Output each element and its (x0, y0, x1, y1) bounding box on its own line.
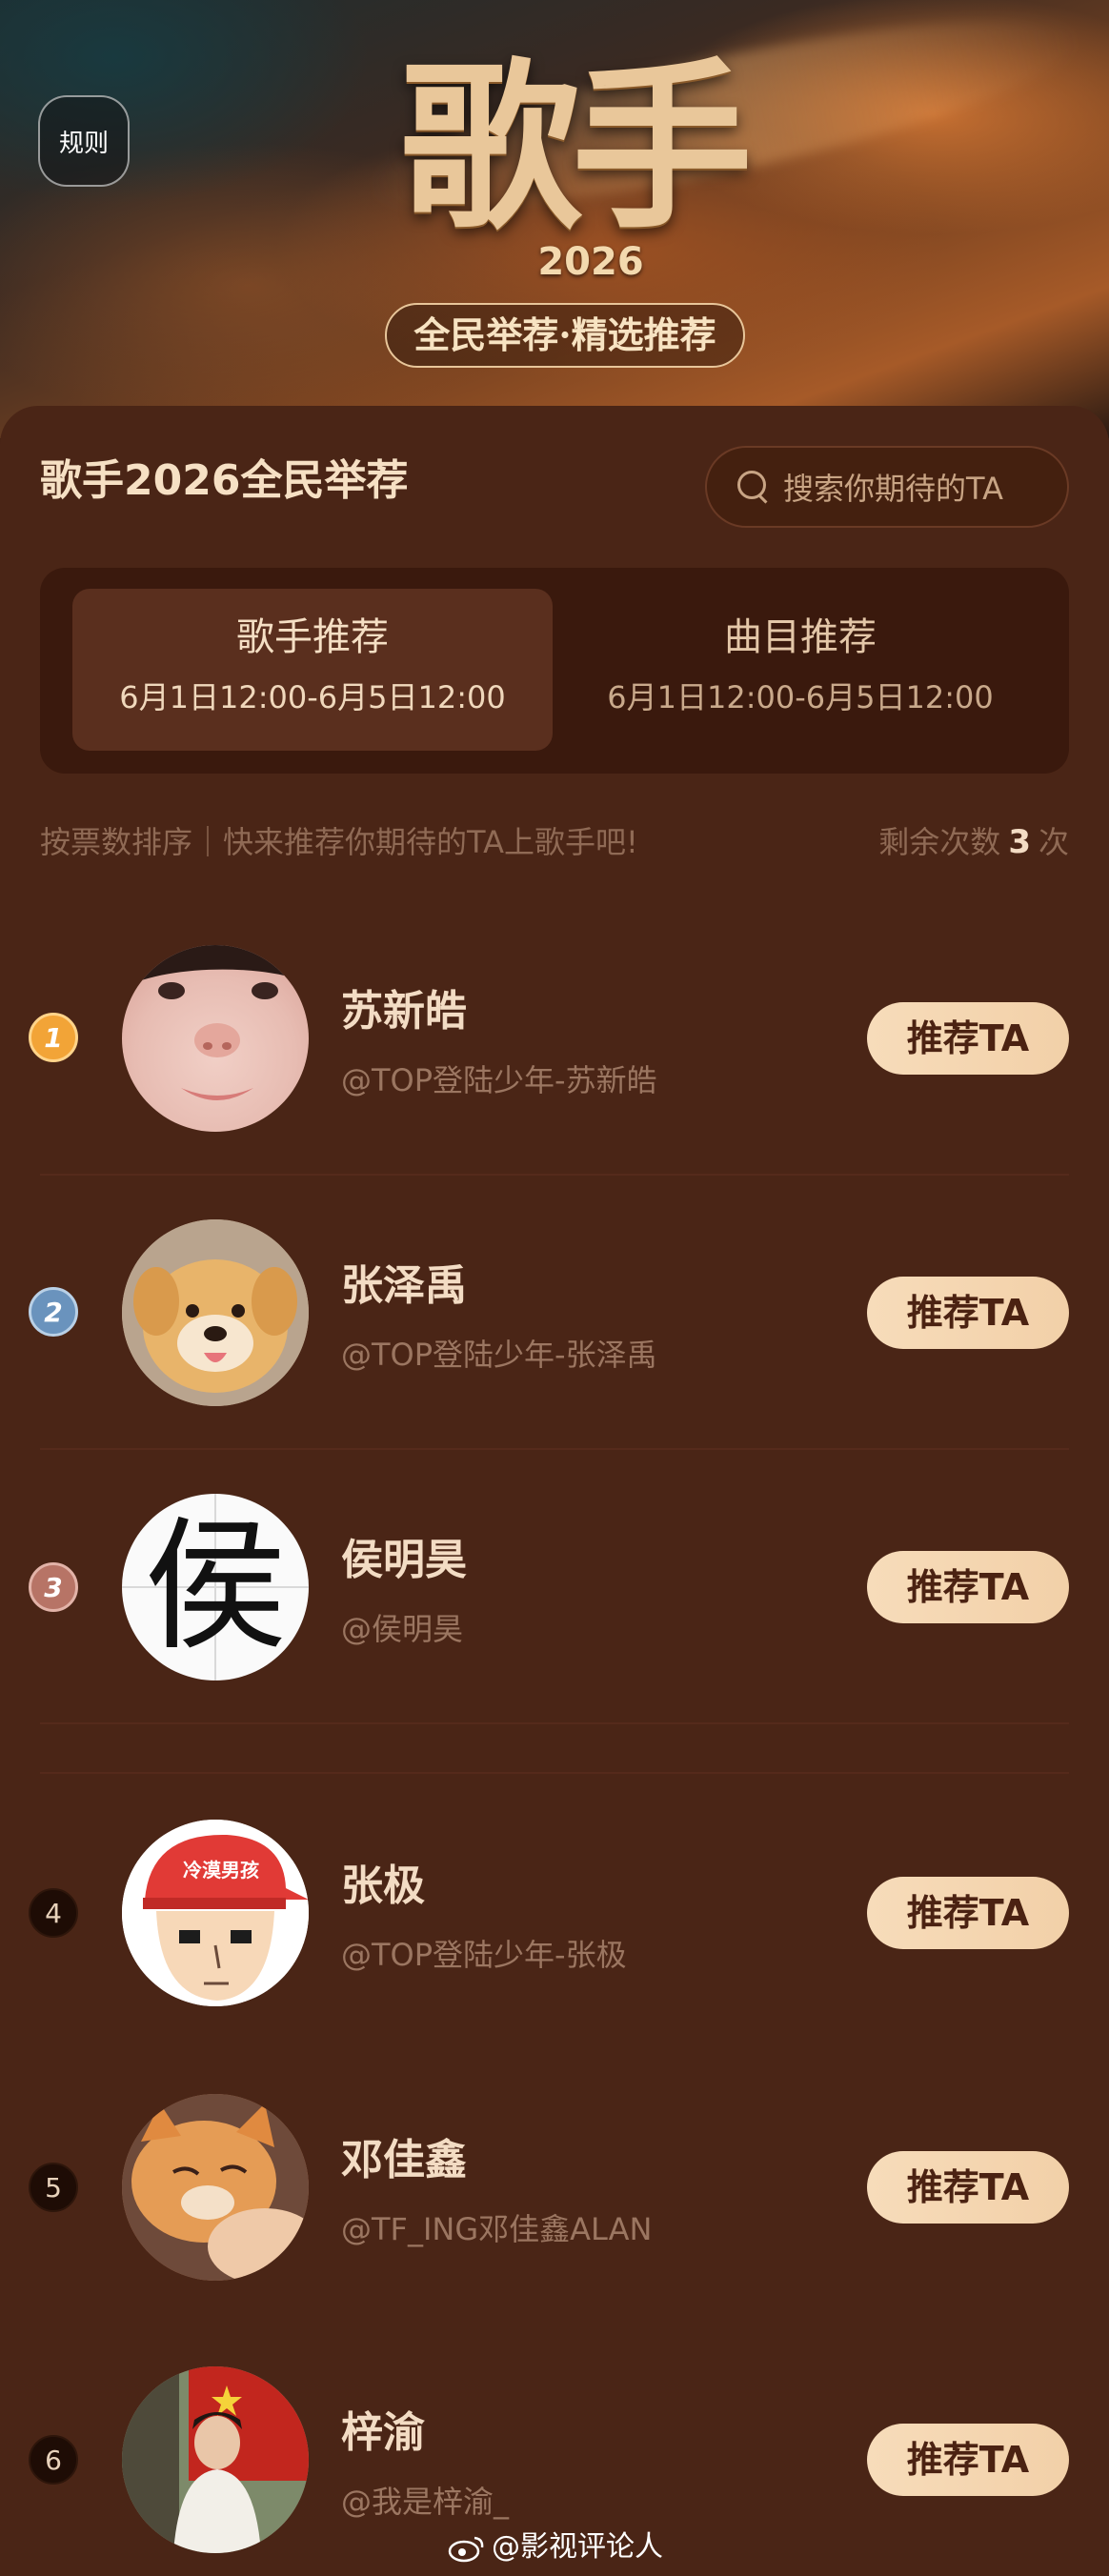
search-icon (737, 471, 770, 504)
tab-label: 歌手推荐 (236, 615, 389, 659)
singer-name: 张泽禹 (341, 1261, 467, 1310)
row-divider (40, 1174, 1069, 1176)
remaining-votes: 剩余次数 3 次 (878, 817, 1069, 867)
weibo-icon (448, 2533, 486, 2563)
avatar-cartoon-image (122, 1820, 309, 2006)
recommend-button[interactable]: 推荐TA (867, 1277, 1069, 1349)
rank-badge: 1 (29, 1013, 78, 1062)
show-logo: 歌手 (400, 41, 753, 253)
tab-label: 曲目推荐 (724, 615, 877, 659)
sort-hint: 按票数排序｜快来推荐你期待的TA上歌手吧! (40, 824, 638, 860)
rank-badge: 3 (29, 1562, 78, 1612)
rules-button[interactable]: 规则 (38, 95, 130, 187)
tab-time-range: 6月1日12:00-6月5日12:00 (607, 679, 994, 715)
avatar[interactable]: 侯 (122, 1494, 309, 1680)
remaining-count: 3 (1008, 823, 1031, 861)
remaining-suffix: 次 (1038, 824, 1069, 860)
singer-name: 张极 (341, 1862, 425, 1910)
avatar[interactable] (122, 1219, 309, 1406)
search-placeholder: 搜索你期待的TA (783, 471, 1003, 507)
avatar-cat-image (122, 2094, 309, 2281)
singer-handle[interactable]: @我是梓渝_ (341, 2481, 509, 2523)
watermark: @影视评论人 (448, 2526, 663, 2568)
tab-singer-recommend[interactable]: 歌手推荐 6月1日12:00-6月5日12:00 (72, 589, 553, 751)
recommend-button[interactable]: 推荐TA (867, 2424, 1069, 2496)
avatar-puppy-image (122, 1219, 309, 1406)
row-divider (40, 1722, 1069, 1724)
watermark-text: @影视评论人 (492, 2530, 663, 2564)
singer-handle[interactable]: @TOP登陆少年-张泽禹 (341, 1334, 657, 1376)
rank-badge: 4 (29, 1888, 78, 1938)
singer-name: 苏新皓 (341, 987, 467, 1036)
row-divider (40, 1772, 1069, 1774)
row-divider (40, 1448, 1069, 1450)
avatar[interactable]: 冷漠男孩 (122, 1820, 309, 2006)
rank-badge: 5 (29, 2163, 78, 2212)
remaining-prefix: 剩余次数 (878, 824, 1001, 860)
recommend-button[interactable]: 推荐TA (867, 2151, 1069, 2224)
singer-handle[interactable]: @TOP登陆少年-张极 (341, 1934, 627, 1976)
singer-handle[interactable]: @TOP登陆少年-苏新皓 (341, 1059, 657, 1101)
avatar-person-image (122, 2366, 309, 2553)
tab-bar: 歌手推荐 6月1日12:00-6月5日12:00 曲目推荐 6月1日12:00-… (40, 568, 1069, 774)
avatar-cap-text: 冷漠男孩 (183, 1859, 259, 1882)
panel-title: 歌手2026全民举荐 (40, 456, 409, 505)
avatar[interactable] (122, 2366, 309, 2553)
singer-name: 邓佳鑫 (341, 2136, 467, 2184)
avatar[interactable] (122, 945, 309, 1132)
recommend-button[interactable]: 推荐TA (867, 1877, 1069, 1949)
singer-name: 侯明昊 (341, 1536, 467, 1584)
singer-handle[interactable]: @TF_ING邓佳鑫ALAN (341, 2208, 652, 2250)
singer-name: 梓渝 (341, 2408, 425, 2457)
search-input[interactable]: 搜索你期待的TA (705, 446, 1069, 528)
show-logo-year: 2026 (537, 240, 644, 284)
tab-song-recommend[interactable]: 曲目推荐 6月1日12:00-6月5日12:00 (560, 589, 1040, 751)
recommend-button[interactable]: 推荐TA (867, 1551, 1069, 1623)
rank-badge: 2 (29, 1287, 78, 1337)
avatar[interactable] (122, 2094, 309, 2281)
singer-handle[interactable]: @侯明昊 (341, 1608, 463, 1650)
rank-badge: 6 (29, 2435, 78, 2485)
campaign-subtitle-badge: 全民举荐·精选推荐 (385, 303, 745, 368)
tab-time-range: 6月1日12:00-6月5日12:00 (119, 679, 506, 715)
avatar-character: 侯 (143, 1504, 287, 1670)
recommend-button[interactable]: 推荐TA (867, 1002, 1069, 1075)
avatar-face-image (122, 945, 309, 1100)
